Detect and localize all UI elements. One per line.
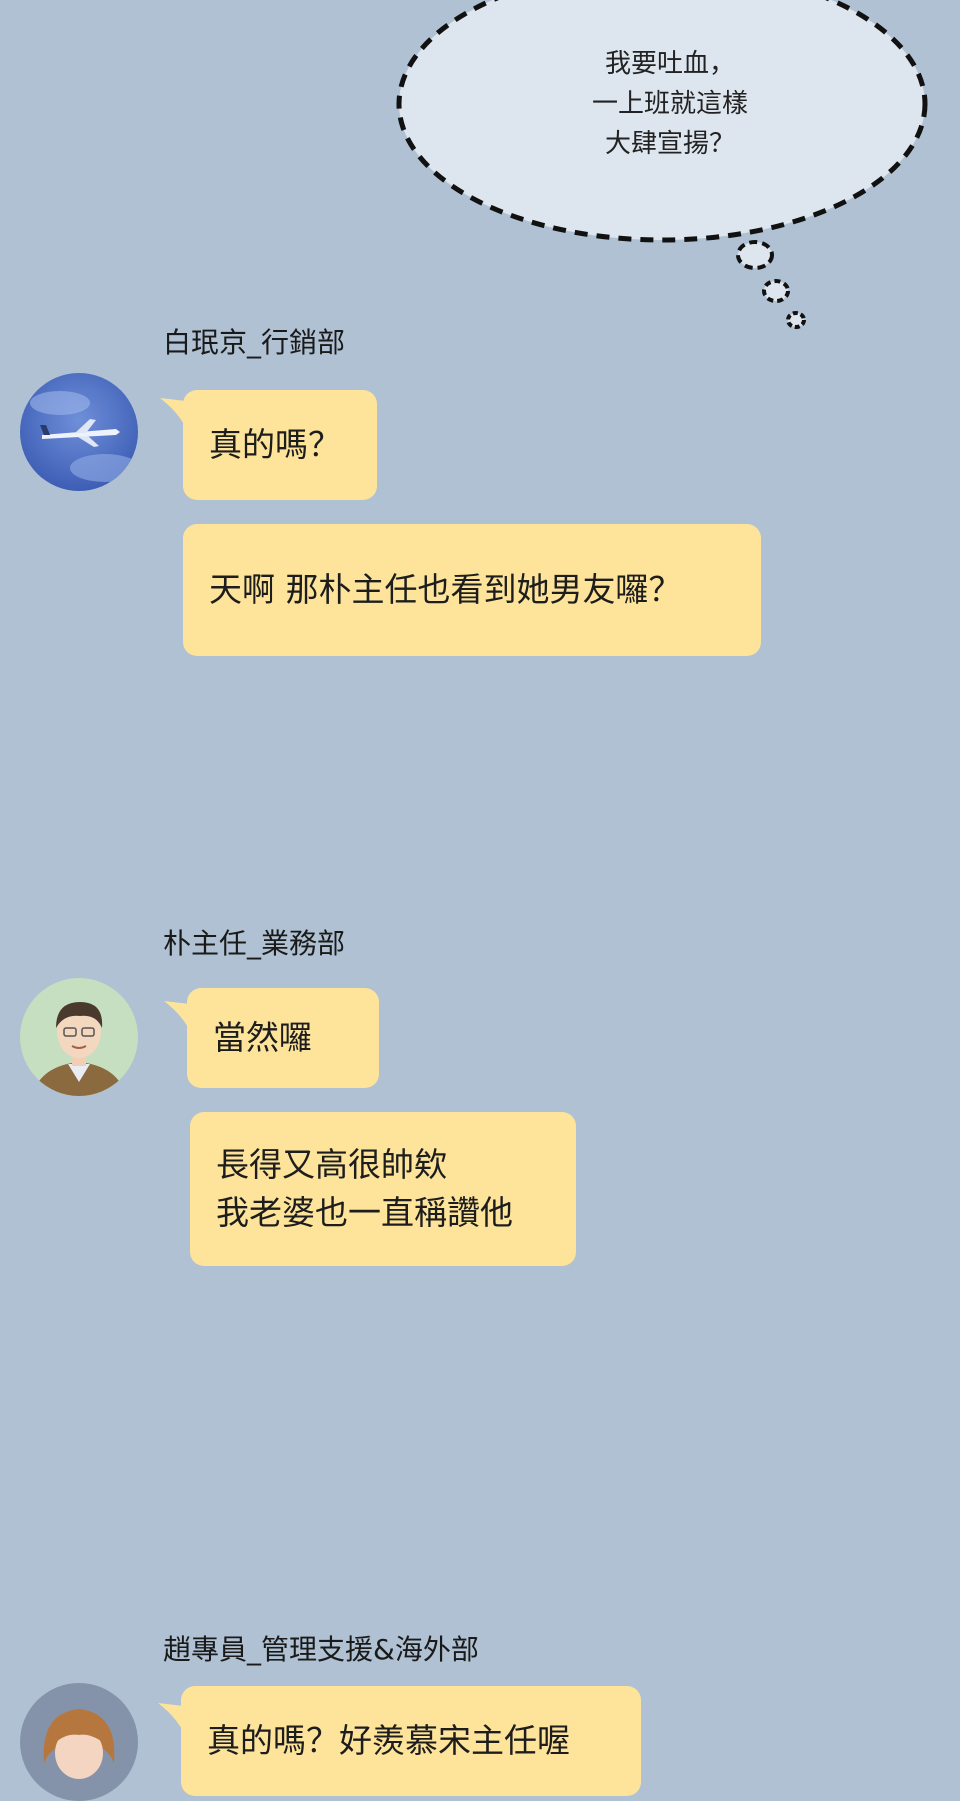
message-text: 真的嗎？ [209, 425, 341, 464]
message-text: 天啊 那朴主任也看到她男友囉？ [209, 570, 682, 609]
thought-line: 一上班就這樣 [591, 89, 748, 119]
message-bubble[interactable]: 天啊 那朴主任也看到她男友囉？ [183, 524, 761, 656]
message-text: 真的嗎？好羨慕宋主任喔 [207, 1721, 570, 1760]
airplane-sky-avatar[interactable] [20, 373, 138, 491]
message-text: 我老婆也一直稱讚他 [216, 1193, 513, 1232]
sender-name: 白珉京_行銷部 [163, 326, 346, 359]
airplane-icon [20, 373, 138, 491]
thought-text: 我要吐血， 一上班就這樣 大肆宣揚？ [540, 44, 800, 164]
man-portrait-icon [20, 978, 138, 1096]
message-bubble[interactable]: 真的嗎？好羨慕宋主任喔 [181, 1686, 641, 1796]
sender-name: 朴主任_業務部 [163, 927, 346, 960]
message-bubble[interactable]: 當然囉 [187, 988, 379, 1088]
thought-line: 大肆宣揚？ [604, 129, 735, 159]
thought-line: 我要吐血， [604, 49, 735, 79]
woman-portrait-icon [20, 1683, 138, 1801]
message-bubble[interactable]: 長得又高很帥欸 我老婆也一直稱讚他 [190, 1112, 576, 1266]
message-text: 長得又高很帥欸 [216, 1145, 447, 1184]
thought-bubble-shape [396, 0, 928, 329]
man-portrait-avatar[interactable] [20, 978, 138, 1096]
message-text: 當然囉 [213, 1018, 312, 1057]
message-bubble[interactable]: 真的嗎？ [183, 390, 377, 500]
sender-name: 趙專員_管理支援&海外部 [163, 1633, 479, 1666]
woman-portrait-avatar[interactable] [20, 1683, 138, 1801]
